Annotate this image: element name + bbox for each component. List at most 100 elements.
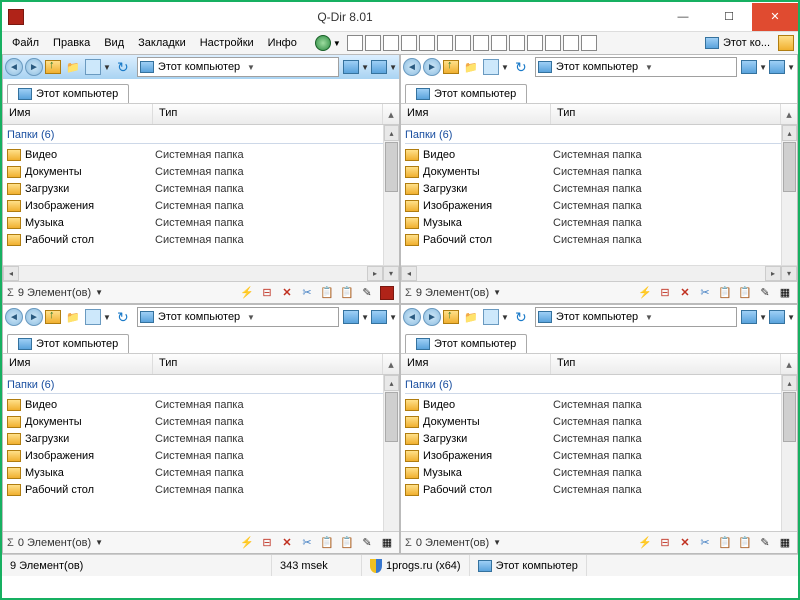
monitor-button-1[interactable] xyxy=(741,60,757,74)
layout-7[interactable] xyxy=(455,35,471,51)
paste-icon[interactable]: 📋 xyxy=(737,535,753,551)
x-icon[interactable]: ✕ xyxy=(279,535,295,551)
address-bar[interactable]: Этот компьютер▼ xyxy=(535,307,737,327)
list-item[interactable]: ДокументыСистемная папка xyxy=(7,413,395,430)
menu-edit[interactable]: Правка xyxy=(47,35,96,51)
maximize-button[interactable]: ☐ xyxy=(706,3,752,31)
layout-12[interactable] xyxy=(545,35,561,51)
address-bar[interactable]: Этот компьютер▼ xyxy=(137,57,339,77)
scroll-up-icon[interactable]: ▴ xyxy=(383,104,399,124)
view-dropdown-icon[interactable]: ▼ xyxy=(501,63,509,72)
col-name[interactable]: Имя xyxy=(3,104,153,124)
paste-icon[interactable]: 📋 xyxy=(339,535,355,551)
horizontal-scrollbar[interactable]: ◂▸▾ xyxy=(3,265,399,281)
scroll-up-icon[interactable]: ▴ xyxy=(781,354,797,374)
pencil-icon[interactable]: ✎ xyxy=(757,285,773,301)
lightning-icon[interactable]: ⚡ xyxy=(239,285,255,301)
col-name[interactable]: Имя xyxy=(3,354,153,374)
list-item[interactable]: Рабочий столСистемная папка xyxy=(405,231,793,248)
layout-3[interactable] xyxy=(383,35,399,51)
dropdown-icon[interactable]: ▼ xyxy=(759,63,767,72)
list-item[interactable]: Рабочий столСистемная папка xyxy=(7,231,395,248)
back-button[interactable]: ◄ xyxy=(403,58,421,76)
vertical-scrollbar[interactable]: ▴ xyxy=(781,375,797,531)
view-button[interactable] xyxy=(483,309,499,325)
list-item[interactable]: ВидеоСистемная папка xyxy=(7,396,395,413)
list-item[interactable]: МузыкаСистемная папка xyxy=(405,214,793,231)
list-item[interactable]: ИзображенияСистемная папка xyxy=(405,447,793,464)
layout-1[interactable] xyxy=(347,35,363,51)
refresh-button[interactable]: ↻ xyxy=(113,307,133,327)
dropdown-icon[interactable]: ▼ xyxy=(787,313,795,322)
list-item[interactable]: ЗагрузкиСистемная папка xyxy=(405,180,793,197)
tab-this-pc[interactable]: Этот компьютер xyxy=(405,334,527,353)
grid-icon[interactable]: ▦ xyxy=(777,285,793,301)
dropdown-icon[interactable]: ▼ xyxy=(361,313,369,322)
layout-14[interactable] xyxy=(581,35,597,51)
dropdown-icon[interactable]: ▼ xyxy=(361,63,369,72)
list-item[interactable]: ДокументыСистемная папка xyxy=(405,413,793,430)
forward-button[interactable]: ► xyxy=(423,58,441,76)
dropdown-icon[interactable]: ▼ xyxy=(389,313,397,322)
vertical-scrollbar[interactable]: ▴ xyxy=(383,125,399,265)
x-icon[interactable]: ✕ xyxy=(677,285,693,301)
list-item[interactable]: ВидеоСистемная папка xyxy=(405,146,793,163)
refresh-button[interactable]: ↻ xyxy=(113,57,133,77)
globe-dropdown-icon[interactable]: ▼ xyxy=(333,39,341,48)
monitor-button-2[interactable] xyxy=(769,60,785,74)
cut-icon[interactable]: ✂ xyxy=(697,535,713,551)
layout-2[interactable] xyxy=(365,35,381,51)
back-button[interactable]: ◄ xyxy=(403,308,421,326)
pencil-icon[interactable]: ✎ xyxy=(359,535,375,551)
pencil-icon[interactable]: ✎ xyxy=(359,285,375,301)
col-name[interactable]: Имя xyxy=(401,104,551,124)
dropdown-icon[interactable]: ▼ xyxy=(389,63,397,72)
pencil-icon[interactable]: ✎ xyxy=(757,535,773,551)
horizontal-scrollbar[interactable]: ◂▸▾ xyxy=(401,265,797,281)
list-item[interactable]: ДокументыСистемная папка xyxy=(7,163,395,180)
grid-icon[interactable]: ▦ xyxy=(777,535,793,551)
list-item[interactable]: ИзображенияСистемная папка xyxy=(405,197,793,214)
delete-icon[interactable]: ⊟ xyxy=(259,535,275,551)
x-icon[interactable]: ✕ xyxy=(279,285,295,301)
status-dropdown-icon[interactable]: ▼ xyxy=(95,288,103,297)
status-dropdown-icon[interactable]: ▼ xyxy=(95,538,103,547)
lightning-icon[interactable]: ⚡ xyxy=(637,535,653,551)
explorer-button[interactable]: 📁 xyxy=(63,57,83,77)
col-type[interactable]: Тип xyxy=(551,354,781,374)
view-button[interactable] xyxy=(85,309,101,325)
forward-button[interactable]: ► xyxy=(25,58,43,76)
dropdown-icon[interactable]: ▼ xyxy=(787,63,795,72)
view-dropdown-icon[interactable]: ▼ xyxy=(501,313,509,322)
minimize-button[interactable]: — xyxy=(660,3,706,31)
record-icon[interactable] xyxy=(379,285,395,301)
x-icon[interactable]: ✕ xyxy=(677,535,693,551)
copy-icon[interactable]: 📋 xyxy=(319,535,335,551)
delete-icon[interactable]: ⊟ xyxy=(657,535,673,551)
address-dropdown-icon[interactable]: ▼ xyxy=(247,63,336,72)
list-item[interactable]: ДокументыСистемная папка xyxy=(405,163,793,180)
paste-icon[interactable]: 📋 xyxy=(339,285,355,301)
col-type[interactable]: Тип xyxy=(153,104,383,124)
cut-icon[interactable]: ✂ xyxy=(299,535,315,551)
up-button[interactable] xyxy=(45,310,61,324)
file-list[interactable]: Папки (6) ВидеоСистемная папка Документы… xyxy=(401,375,797,531)
group-folders[interactable]: Папки (6) xyxy=(405,127,793,144)
delete-icon[interactable]: ⊟ xyxy=(259,285,275,301)
folder-icon[interactable] xyxy=(778,35,794,51)
menu-info[interactable]: Инфо xyxy=(262,35,303,51)
up-button[interactable] xyxy=(45,60,61,74)
layout-6[interactable] xyxy=(437,35,453,51)
list-item[interactable]: ЗагрузкиСистемная папка xyxy=(7,180,395,197)
list-item[interactable]: Рабочий столСистемная папка xyxy=(405,481,793,498)
layout-11[interactable] xyxy=(527,35,543,51)
tab-this-pc[interactable]: Этот компьютер xyxy=(7,84,129,103)
monitor-button-2[interactable] xyxy=(769,310,785,324)
globe-icon[interactable] xyxy=(315,35,331,51)
back-button[interactable]: ◄ xyxy=(5,308,23,326)
copy-icon[interactable]: 📋 xyxy=(319,285,335,301)
tab-this-pc[interactable]: Этот компьютер xyxy=(7,334,129,353)
up-button[interactable] xyxy=(443,60,459,74)
copy-icon[interactable]: 📋 xyxy=(717,535,733,551)
address-dropdown-icon[interactable]: ▼ xyxy=(247,313,336,322)
